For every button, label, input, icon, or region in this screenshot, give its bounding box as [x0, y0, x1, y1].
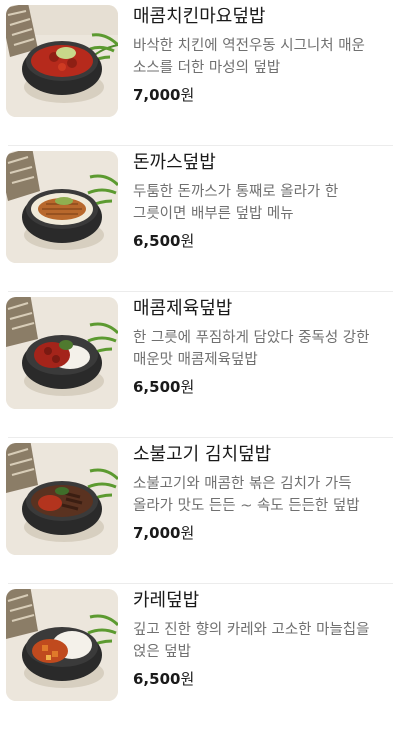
menu-item-price: 6,500원 — [133, 230, 395, 252]
price-currency: 원 — [180, 86, 195, 104]
menu-item-curry[interactable]: 카레덮밥 깊고 진한 향의 카레와 고소한 마늘칩을 얹은 덮밥 6,500원 — [0, 584, 401, 730]
menu-item-description: 깊고 진한 향의 카레와 고소한 마늘칩을 얹은 덮밥 — [133, 622, 370, 660]
pork-cutlet-rice-bowl-icon — [6, 151, 118, 263]
menu-item-price: 6,500원 — [133, 376, 395, 398]
price-value: 6,500 — [133, 378, 181, 396]
price-value: 7,000 — [133, 524, 181, 542]
menu-item-name: 돈까스덮밥 — [133, 152, 216, 173]
menu-item-price: 7,000원 — [133, 84, 395, 106]
menu-item-spicy-pork[interactable]: 매콤제육덮밥 한 그릇에 푸짐하게 담았다 중독성 강한 매운맛 매콤제육덮밥 … — [0, 292, 401, 438]
menu-item-spicy-chicken-mayo[interactable]: 매콤치킨마요덮밥 바삭한 치킨에 역전우동 시그니처 매운 소스를 더한 마성의… — [0, 0, 401, 146]
menu-item-description: 소불고기와 매콤한 볶은 김치가 가득 올라가 맛도 든든 ~ 속도 든든한 덮… — [133, 476, 360, 514]
menu-item-description: 한 그릇에 푸짐하게 담았다 중독성 강한 매운맛 매콤제육덮밥 — [133, 330, 370, 368]
menu-item-price: 7,000원 — [133, 522, 395, 544]
menu-item-pork-cutlet[interactable]: 돈까스덮밥 두툼한 돈까스가 통째로 올라가 한 그릇이면 배부른 덮밥 메뉴 … — [0, 146, 401, 292]
menu-item-description: 바삭한 치킨에 역전우동 시그니처 매운 소스를 더한 마성의 덮밥 — [133, 38, 365, 76]
menu-item-name: 매콤제육덮밥 — [133, 298, 233, 319]
price-value: 7,000 — [133, 86, 181, 104]
menu-item-name: 카레덮밥 — [133, 590, 200, 611]
menu-item-name: 매콤치킨마요덮밥 — [133, 6, 266, 27]
price-value: 6,500 — [133, 670, 181, 688]
spicy-pork-rice-bowl-icon — [6, 297, 118, 409]
menu-item-price: 6,500원 — [133, 668, 395, 690]
price-value: 6,500 — [133, 232, 181, 250]
spicy-chicken-mayo-rice-bowl-icon — [6, 5, 118, 117]
beef-bulgogi-kimchi-rice-bowl-icon — [6, 443, 118, 555]
curry-rice-bowl-icon — [6, 589, 118, 701]
menu-item-beef-bulgogi-kimchi[interactable]: 소불고기 김치덮밥 소불고기와 매콤한 볶은 김치가 가득 올라가 맛도 든든 … — [0, 438, 401, 584]
price-currency: 원 — [180, 232, 195, 250]
menu-item-description: 두툼한 돈까스가 통째로 올라가 한 그릇이면 배부른 덮밥 메뉴 — [133, 184, 339, 222]
price-currency: 원 — [180, 378, 195, 396]
price-currency: 원 — [180, 670, 195, 688]
menu-list: 매콤치킨마요덮밥 바삭한 치킨에 역전우동 시그니처 매운 소스를 더한 마성의… — [0, 0, 401, 730]
price-currency: 원 — [180, 524, 195, 542]
menu-item-name: 소불고기 김치덮밥 — [133, 444, 272, 465]
